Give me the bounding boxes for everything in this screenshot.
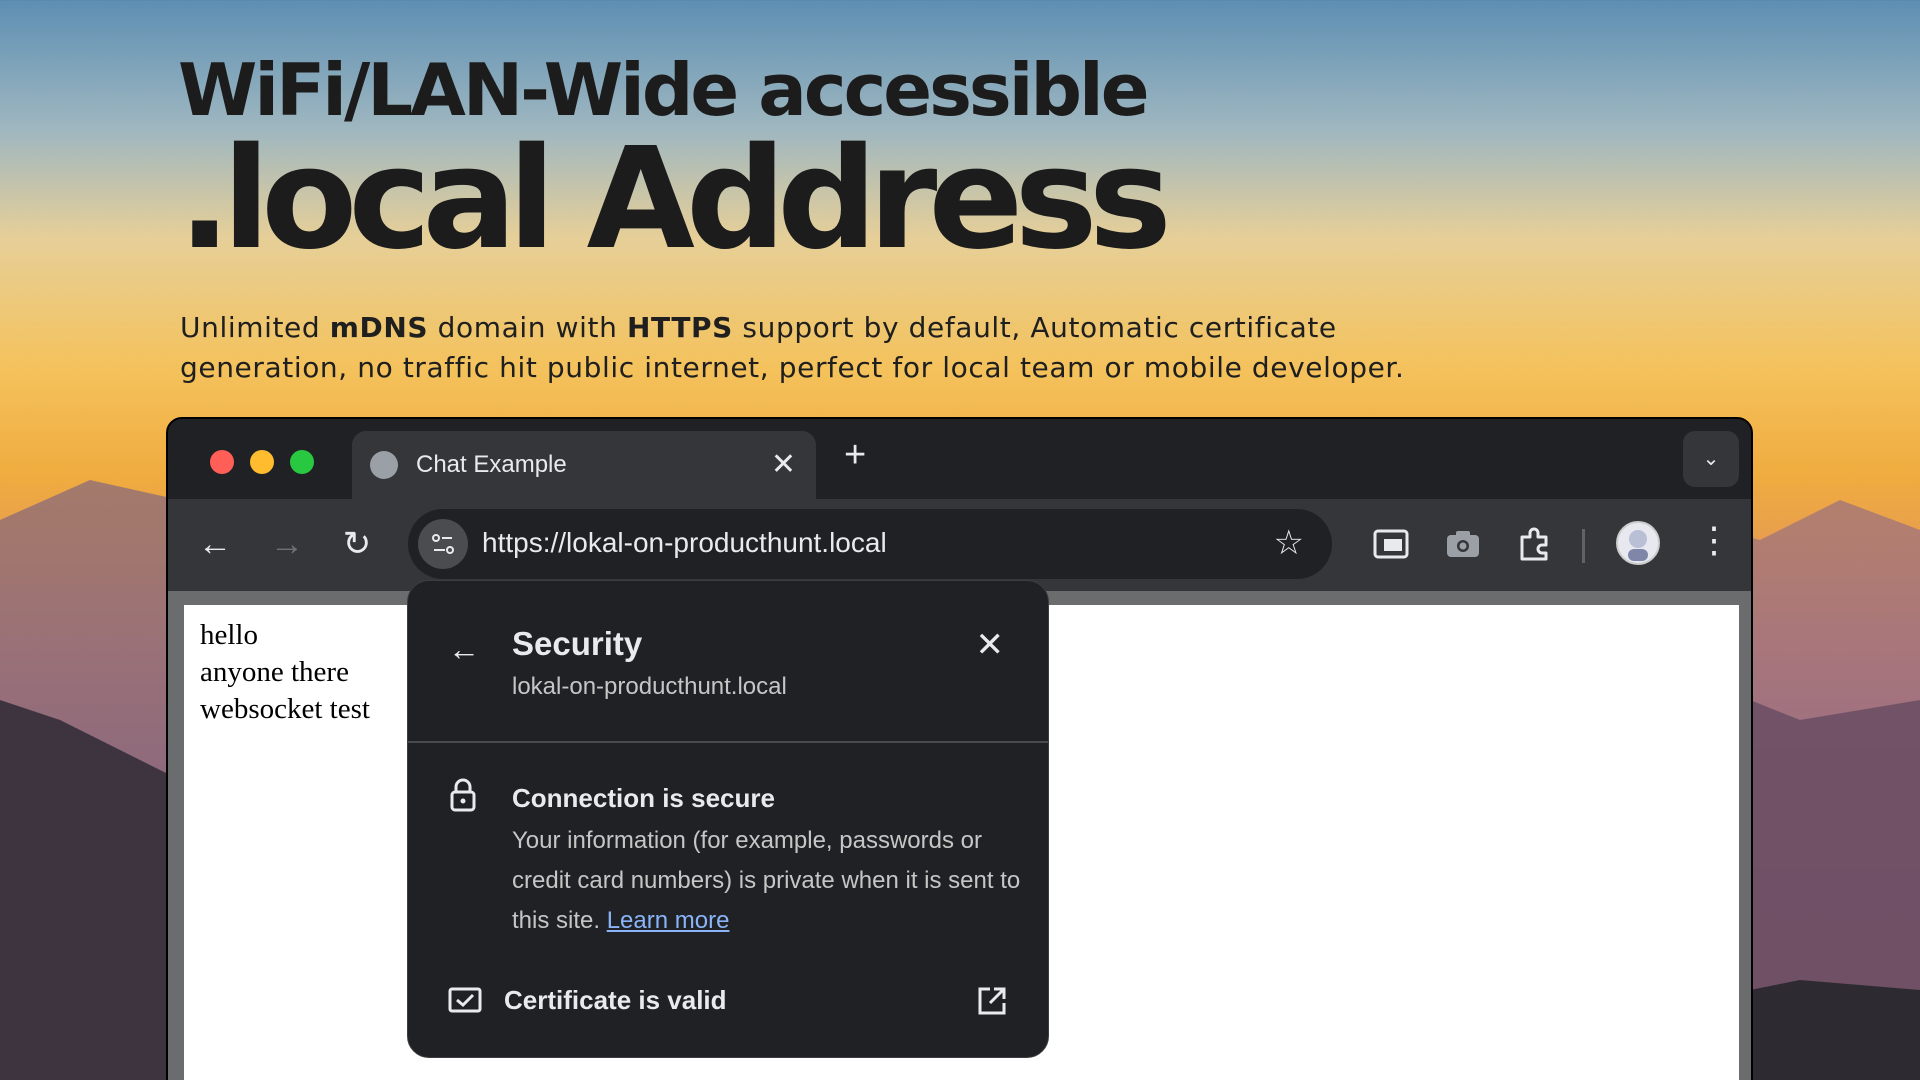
profile-avatar[interactable]: [1616, 521, 1660, 565]
camera-icon[interactable]: [1442, 523, 1484, 565]
popup-close-icon[interactable]: ✕: [976, 625, 1005, 665]
open-external-icon[interactable]: [976, 985, 1008, 1022]
popup-title: Security: [512, 625, 643, 662]
popup-divider: [408, 741, 1048, 743]
reload-button[interactable]: ↻: [334, 521, 380, 567]
subtitle-mdns: mDNS: [329, 311, 429, 344]
page-text: hello anyone there websocket test: [200, 617, 370, 728]
connection-body-text: Your information (for example, passwords…: [512, 827, 1021, 934]
back-button[interactable]: ←: [192, 521, 238, 567]
tab-search-dropdown[interactable]: ⌄: [1683, 431, 1739, 487]
tab-strip: Chat Example ✕ + ⌄: [168, 419, 1751, 499]
message-line: hello: [200, 619, 258, 651]
connection-secure-body: Your information (for example, passwords…: [512, 821, 1032, 941]
message-line: anyone there: [200, 656, 349, 688]
learn-more-link[interactable]: Learn more: [607, 907, 730, 934]
hero-subtitle: Unlimited mDNS domain with HTTPS support…: [180, 308, 1480, 388]
minimize-window-button[interactable]: [250, 450, 274, 474]
certificate-check-icon: [448, 985, 482, 1020]
globe-icon: [370, 451, 398, 479]
subtitle-text: domain with: [428, 311, 627, 344]
extensions-icon[interactable]: [1514, 523, 1556, 565]
tab-chat-example[interactable]: Chat Example ✕: [352, 431, 816, 499]
bookmark-star-icon[interactable]: ☆: [1274, 523, 1304, 563]
popup-domain: lokal-on-producthunt.local: [512, 673, 787, 700]
certificate-valid-button[interactable]: Certificate is valid: [504, 985, 727, 1016]
forward-button[interactable]: →: [264, 521, 310, 567]
close-window-button[interactable]: [210, 450, 234, 474]
subtitle-text: Unlimited: [180, 311, 330, 344]
hero-title-line2: .local Address: [178, 118, 1172, 281]
picture-in-picture-icon[interactable]: [1370, 523, 1412, 565]
maximize-window-button[interactable]: [290, 450, 314, 474]
browser-toolbar: ← → ↻ https://lokal-on-producthunt.local…: [168, 499, 1751, 591]
message-line: websocket test: [200, 693, 370, 725]
hero-headline: WiFi/LAN-Wide accessible .local Address: [178, 40, 1172, 281]
lock-icon: [448, 777, 478, 818]
menu-kebab-icon[interactable]: ⋮: [1696, 519, 1732, 561]
toolbar-separator: [1582, 529, 1585, 563]
connection-secure-title: Connection is secure: [512, 783, 775, 813]
url-text: https://lokal-on-producthunt.local: [482, 527, 887, 558]
site-info-icon[interactable]: [418, 519, 468, 569]
tab-close-icon[interactable]: ✕: [771, 447, 796, 482]
tab-title: Chat Example: [416, 451, 567, 478]
new-tab-button[interactable]: +: [844, 435, 866, 475]
security-popup: ← Security lokal-on-producthunt.local ✕ …: [407, 580, 1049, 1058]
address-bar[interactable]: https://lokal-on-producthunt.local ☆: [408, 509, 1332, 579]
popup-back-icon[interactable]: ←: [448, 631, 480, 668]
subtitle-https: HTTPS: [626, 311, 733, 344]
window-controls: [210, 450, 314, 474]
